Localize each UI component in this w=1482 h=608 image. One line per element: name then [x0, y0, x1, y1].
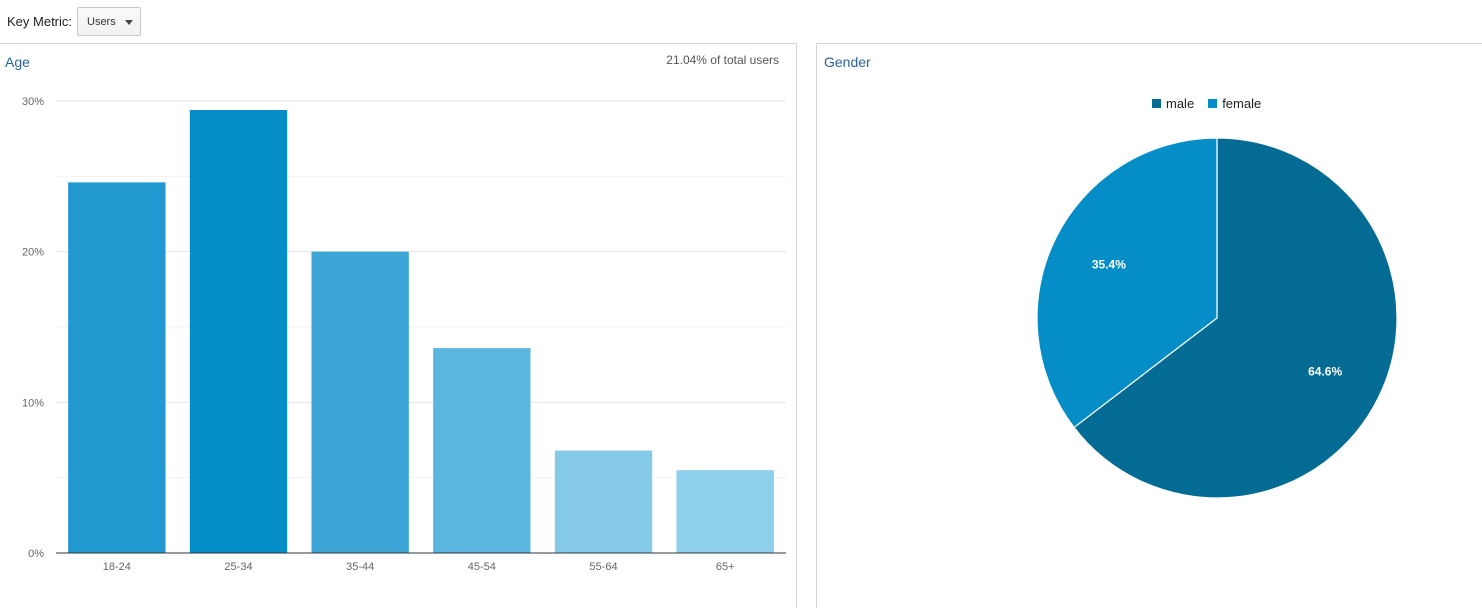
bar-65+[interactable]	[676, 470, 774, 553]
x-tick-label: 55-64	[589, 561, 617, 573]
pie-slice-label: 64.6%	[1308, 364, 1342, 378]
x-tick-label: 25-34	[224, 561, 252, 573]
age-bar-chart: 0% 10% 20% 30% 18-24 25-34 35-44 45-54 55-64 65+	[22, 96, 786, 573]
pie-slice-label: 35.4%	[1092, 258, 1126, 272]
bar-35-44[interactable]	[311, 251, 409, 553]
y-tick-label: 20%	[22, 247, 44, 259]
y-tick-label: 10%	[22, 397, 44, 409]
y-tick-label: 0%	[28, 548, 44, 560]
bar-25-34[interactable]	[189, 110, 288, 553]
x-tick-label: 35-44	[346, 561, 374, 573]
x-tick-label: 18-24	[103, 561, 131, 573]
x-tick-label: 65+	[716, 561, 735, 573]
gender-pie-chart: 64.6% 35.4%	[1036, 137, 1398, 499]
bar-18-24[interactable]	[68, 182, 166, 554]
x-tick-label: 45-54	[468, 561, 496, 573]
bar-55-64[interactable]	[554, 450, 653, 553]
y-tick-label: 30%	[22, 96, 44, 108]
bar-45-54[interactable]	[433, 348, 531, 553]
